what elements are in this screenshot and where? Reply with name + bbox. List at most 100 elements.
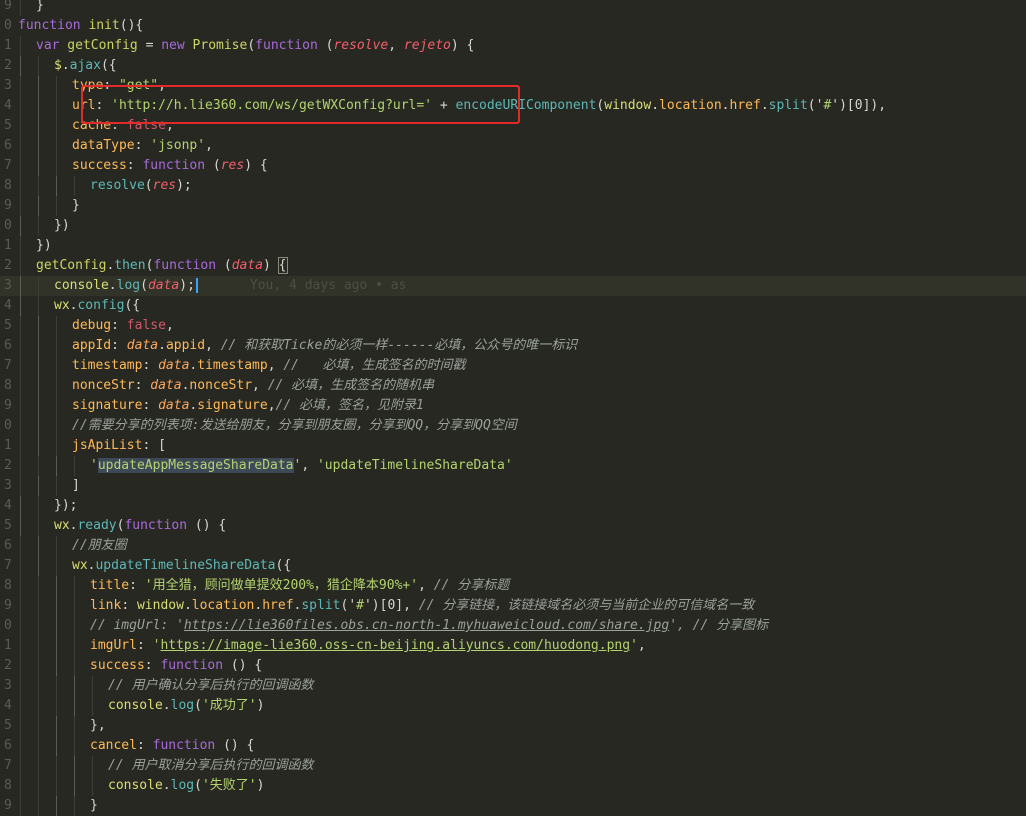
code-token: );	[179, 278, 195, 293]
line-number: 3	[4, 78, 12, 93]
code-token: '用全猎，顾问做单提效200%，猎企降本90%+'	[144, 578, 419, 593]
code-token: timestamp	[72, 358, 143, 373]
code-token: (	[216, 258, 232, 273]
indent-guide	[38, 196, 39, 216]
code-line[interactable]: 6 appId: data.appid, // 和获取Ticke的必须一样----…	[0, 336, 1026, 356]
code-line[interactable]: 5 wx.ready(function () {	[0, 516, 1026, 536]
indent-guide	[20, 36, 21, 56]
code-editor[interactable]: 9} 0 function init(){1 var getConfig = new …	[0, 0, 1026, 816]
code-line[interactable]: 1 jsApiList: [	[0, 436, 1026, 456]
code-line[interactable]: 4 console.log('成功了')	[0, 696, 1026, 716]
code-token: window	[604, 98, 652, 113]
code-token: updateTimelineShareData	[95, 558, 276, 573]
code-token: data	[150, 378, 182, 393]
code-token: debug	[72, 318, 112, 333]
code-line[interactable]: 5 debug: false,	[0, 316, 1026, 336]
indent-guide	[20, 636, 21, 656]
code-token: .	[158, 338, 166, 353]
indent-guide	[56, 796, 57, 816]
code-token: ]	[72, 478, 80, 493]
code-line[interactable]: 9 signature: data.signature,// 必填，签名，见附录1	[0, 396, 1026, 416]
code-line[interactable]: 3]	[0, 476, 1026, 496]
code-line[interactable]: 4 wx.config({	[0, 296, 1026, 316]
code-line[interactable]: 5},	[0, 716, 1026, 736]
indent-guide	[20, 0, 21, 16]
code-line[interactable]: 6 cancel: function () {	[0, 736, 1026, 756]
code-text: wx.ready(function () {	[54, 516, 226, 536]
code-line[interactable]: 9}	[0, 196, 1026, 216]
code-line[interactable]: 0 //需要分享的列表项:发送给朋友，分享到朋友圈，分享到QQ，分享到QQ空间	[0, 416, 1026, 436]
indent-guide	[38, 596, 39, 616]
code-text: debug: false,	[72, 316, 174, 336]
code-token: });	[54, 498, 78, 513]
code-line[interactable]: 3 type: "get",	[0, 76, 1026, 96]
code-token: appId	[72, 338, 112, 353]
code-line[interactable]: 1 imgUrl: 'https://image-lie360.oss-cn-be…	[0, 636, 1026, 656]
code-line[interactable]: 8 console.log('失败了')	[0, 776, 1026, 796]
code-line[interactable]: 2 $.ajax({	[0, 56, 1026, 76]
code-token: :	[142, 358, 159, 373]
indent-guide	[74, 616, 75, 636]
indent-guide	[20, 176, 21, 196]
code-line[interactable]: 1 var getConfig = new Promise(function (r…	[0, 36, 1026, 56]
code-line[interactable]: 4});	[0, 496, 1026, 516]
code-token: console	[54, 278, 109, 293]
indent-guide	[56, 776, 57, 796]
code-line[interactable]: 8 nonceStr: data.nonceStr, // 必填，生成签名的随机串	[0, 376, 1026, 396]
code-line[interactable]: 9 link: window.location.href.split('#')[0…	[0, 596, 1026, 616]
code-token: location	[191, 598, 255, 613]
code-line[interactable]: 4 url: 'http://h.lie360.com/ws/getWXConfi…	[0, 96, 1026, 116]
code-line[interactable]: 0 function init(){	[0, 16, 1026, 36]
code-text: })	[36, 236, 52, 256]
indent-guide	[56, 156, 57, 176]
code-token: .	[760, 98, 769, 113]
indent-guide	[38, 396, 39, 416]
indent-guide	[56, 436, 57, 456]
indent-guide	[38, 316, 39, 336]
code-line[interactable]: 3 console.log(data); You, 4 days ago • as	[0, 276, 1026, 296]
line-number: 7	[4, 358, 12, 373]
indent-guide	[38, 536, 39, 556]
code-line[interactable]: 6 dataType: 'jsonp',	[0, 136, 1026, 156]
indent-guide	[38, 496, 39, 516]
code-text: dataType: 'jsonp',	[72, 136, 213, 156]
code-token: .	[108, 278, 117, 293]
indent-guide	[74, 776, 75, 796]
code-line[interactable]: 0})	[0, 216, 1026, 236]
code-token: cache	[72, 118, 112, 133]
code-token: :	[111, 338, 127, 353]
code-line[interactable]: 6 //朋友圈	[0, 536, 1026, 556]
indent-guide	[38, 356, 39, 376]
code-line[interactable]: 8 resolve(res);	[0, 176, 1026, 196]
code-line[interactable]: 2 success: function () {	[0, 656, 1026, 676]
code-token: ({	[124, 298, 141, 313]
indent-guide	[20, 236, 21, 256]
code-line[interactable]: 7 // 用户取消分享后执行的回调函数	[0, 756, 1026, 776]
code-token: updateAppMessageShareData	[97, 458, 294, 473]
line-number: 9	[4, 598, 12, 613]
indent-guide	[20, 316, 21, 336]
line-number: 2	[4, 58, 12, 73]
code-line[interactable]: 0 // imgUrl: 'https://lie360files.obs.cn-…	[0, 616, 1026, 636]
code-line[interactable]: 2 'updateAppMessageShareData', 'updateTim…	[0, 456, 1026, 476]
code-line[interactable]: 3 // 用户确认分享后执行的回调函数	[0, 676, 1026, 696]
code-token: appid	[165, 338, 206, 353]
indent-guide	[20, 296, 21, 316]
code-line[interactable]: 9}	[0, 796, 1026, 816]
code-line[interactable]: 1})	[0, 236, 1026, 256]
code-line[interactable]: 7 timestamp: data.timestamp, // 必填，生成签名的时…	[0, 356, 1026, 376]
code-line[interactable]: 7 success: function (res) {	[0, 156, 1026, 176]
code-line[interactable]: 7 wx.updateTimelineShareData({	[0, 556, 1026, 576]
code-token: res	[152, 178, 177, 193]
code-line[interactable]: 5 cache: false,	[0, 116, 1026, 136]
code-token: () {	[215, 738, 255, 753]
code-token: (	[194, 778, 202, 793]
indent-guide	[56, 596, 57, 616]
indent-guide	[38, 696, 39, 716]
indent-guide	[92, 696, 93, 716]
code-line[interactable]: 9}	[0, 0, 1026, 16]
code-line[interactable]: 2 getConfig.then(function (data) {	[0, 256, 1026, 276]
code-text: 'updateAppMessageShareData', 'updateTime…	[90, 456, 513, 476]
code-line[interactable]: 8 title: '用全猎，顾问做单提效200%，猎企降本90%+', // 分享…	[0, 576, 1026, 596]
indent-guide	[38, 516, 39, 536]
